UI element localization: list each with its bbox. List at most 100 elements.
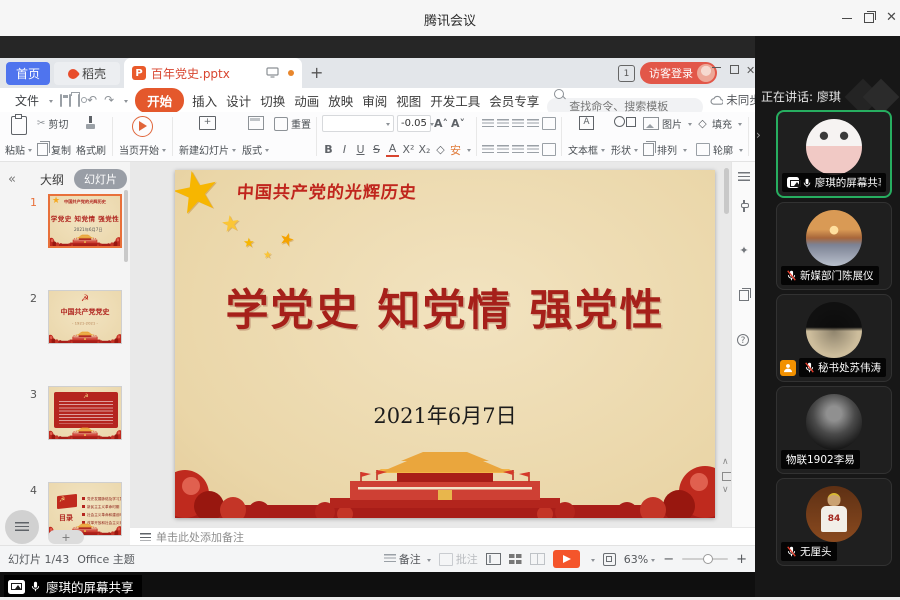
slide-thumbnail-3[interactable]: [48, 386, 122, 440]
hamburger-icon[interactable]: [738, 172, 750, 181]
align-right-icon[interactable]: [512, 145, 524, 155]
minimize-button[interactable]: [842, 12, 856, 24]
copy-button[interactable]: 复制: [37, 142, 71, 157]
notes-toggle[interactable]: 备注: [384, 551, 431, 567]
numbered-list-icon[interactable]: [497, 119, 509, 129]
comments-toggle[interactable]: 批注: [439, 551, 478, 567]
fit-slide-icon[interactable]: [603, 553, 616, 566]
menu-tab-design[interactable]: 设计: [225, 91, 252, 110]
participant-tile[interactable]: 新媒部门陈展仪: [776, 202, 892, 290]
slide-title-text[interactable]: 学党史 知党情 强党性: [175, 276, 715, 338]
properties-slider-icon[interactable]: [743, 200, 745, 212]
text-direction-icon[interactable]: [542, 117, 556, 130]
increase-font-icon[interactable]: A˄: [434, 117, 448, 130]
panel-scrollbar[interactable]: [124, 190, 128, 262]
menu-tab-insert[interactable]: 插入: [191, 91, 218, 110]
shape-button[interactable]: 形状: [610, 114, 639, 159]
slide-thumbnail-4[interactable]: 目录 党史发展脉络及学习意义 新民主主义革命时期 社会主义革命和建设时期 改革开…: [48, 482, 122, 536]
participant-tile[interactable]: 秘书处苏伟涛: [776, 294, 892, 382]
bullet-list-icon[interactable]: [482, 119, 494, 129]
wps-minimize-button[interactable]: [712, 67, 721, 68]
new-slide-button[interactable]: + 新建幻灯片: [178, 114, 237, 159]
reading-view-button[interactable]: [530, 553, 545, 565]
paste-button[interactable]: 粘贴: [4, 114, 33, 159]
undo-icon[interactable]: ↶: [87, 93, 97, 107]
zoom-slider-thumb[interactable]: [703, 554, 713, 564]
play-from-current-button[interactable]: 当页开始: [118, 114, 167, 159]
decrease-indent-icon[interactable]: [512, 119, 524, 129]
format-painter-button[interactable]: 格式刷: [75, 114, 107, 159]
underline-button[interactable]: U: [354, 143, 367, 156]
arrange-button[interactable]: 排列: [643, 142, 692, 157]
print-icon[interactable]: [69, 94, 71, 107]
maximize-button[interactable]: [864, 12, 878, 24]
guest-login-badge[interactable]: 访客登录: [640, 62, 717, 84]
clear-format-icon[interactable]: ◇: [434, 143, 447, 156]
close-button[interactable]: ✕: [886, 12, 900, 24]
slide-thumbnail-2[interactable]: ☭ 中国共产党党史 - 1921-2021 -: [48, 290, 122, 344]
slide-list-float-button[interactable]: [5, 510, 39, 544]
menu-tab-review[interactable]: 审阅: [361, 91, 388, 110]
slide-header-text[interactable]: 中国共产党的光辉历史: [236, 178, 418, 203]
menu-tab-transition[interactable]: 切换: [259, 91, 286, 110]
tab-home[interactable]: 首页: [6, 62, 50, 85]
menu-tab-view[interactable]: 视图: [395, 91, 422, 110]
help-icon[interactable]: ?: [737, 334, 749, 346]
print-preview-icon[interactable]: [78, 94, 80, 107]
participant-tile[interactable]: 84 无厘头: [776, 478, 892, 566]
beautify-icon[interactable]: ✦: [738, 244, 750, 257]
reset-button[interactable]: 重置: [274, 116, 311, 131]
chevron-right-icon[interactable]: ›: [756, 128, 898, 142]
outline-button[interactable]: 轮廓: [696, 142, 743, 157]
menu-tab-slideshow[interactable]: 放映: [327, 91, 354, 110]
slide-canvas[interactable]: ★ ★ ★ ★ ★ 中国共产党的光辉历史 学党史 知党情 强党性 2021年6月…: [130, 162, 731, 527]
chevron-down-icon[interactable]: [591, 559, 595, 564]
participant-tile-screen-share[interactable]: 廖琪的屏幕共享: [776, 110, 892, 198]
zoom-level[interactable]: 63%: [624, 553, 655, 566]
duplicate-icon[interactable]: [739, 290, 749, 301]
tab-slides[interactable]: 幻灯片: [74, 169, 127, 189]
font-family-select[interactable]: [322, 115, 394, 132]
align-left-icon[interactable]: [482, 145, 494, 155]
slide-sorter-view-button[interactable]: [509, 554, 522, 564]
wps-close-button[interactable]: ✕: [746, 66, 755, 76]
collapse-panel-icon[interactable]: «: [8, 172, 16, 187]
menu-tab-start[interactable]: 开始: [135, 88, 184, 113]
tab-document[interactable]: P 百年党史.pptx: [124, 58, 302, 88]
menu-file[interactable]: 文件: [15, 92, 39, 109]
align-center-icon[interactable]: [497, 145, 509, 155]
decrease-font-icon[interactable]: A˅: [451, 117, 465, 130]
picture-button[interactable]: 图片: [643, 116, 692, 131]
line-spacing-icon[interactable]: [542, 143, 556, 156]
normal-view-button[interactable]: [486, 553, 501, 565]
next-slide-button[interactable]: ∨: [722, 486, 729, 495]
zoom-in-button[interactable]: +: [736, 552, 747, 567]
window-list-button[interactable]: 1: [618, 65, 635, 82]
increase-indent-icon[interactable]: [527, 119, 539, 129]
screen-share-chip[interactable]: 廖琪的屏幕共享: [4, 575, 142, 598]
slide-date-text[interactable]: 2021年6月7日: [175, 400, 715, 430]
slide-thumbnail-1[interactable]: ★ 中国共产党的光辉历史 学党史 知党情 强党性 2021年6月7日: [48, 194, 122, 248]
subscript-button[interactable]: X₂: [418, 143, 431, 156]
new-tab-button[interactable]: +: [310, 63, 323, 82]
save-icon[interactable]: [60, 94, 62, 107]
zoom-slider[interactable]: [682, 558, 728, 560]
sync-status[interactable]: 未同步: [710, 92, 761, 108]
zoom-out-button[interactable]: −: [663, 552, 674, 567]
add-slide-button[interactable]: +: [48, 530, 84, 544]
menu-tab-animation[interactable]: 动画: [293, 91, 320, 110]
char-effect-button[interactable]: 安: [450, 142, 461, 158]
previous-slide-button[interactable]: ∧: [722, 458, 729, 467]
menu-tab-devtools[interactable]: 开发工具: [429, 91, 481, 110]
chevron-down-icon[interactable]: [124, 100, 128, 105]
tab-docer[interactable]: 稻壳: [54, 62, 120, 85]
tab-outline[interactable]: 大纲: [40, 171, 64, 188]
redo-icon[interactable]: ↷: [104, 93, 114, 107]
strikethrough-button[interactable]: S: [370, 143, 383, 156]
cut-button[interactable]: ✂剪切: [37, 116, 71, 131]
bold-button[interactable]: B: [322, 143, 335, 156]
canvas-scrollbar[interactable]: [724, 168, 729, 214]
theme-name[interactable]: Office 主题: [77, 551, 135, 567]
superscript-button[interactable]: X²: [402, 143, 415, 156]
command-search[interactable]: [547, 85, 703, 116]
